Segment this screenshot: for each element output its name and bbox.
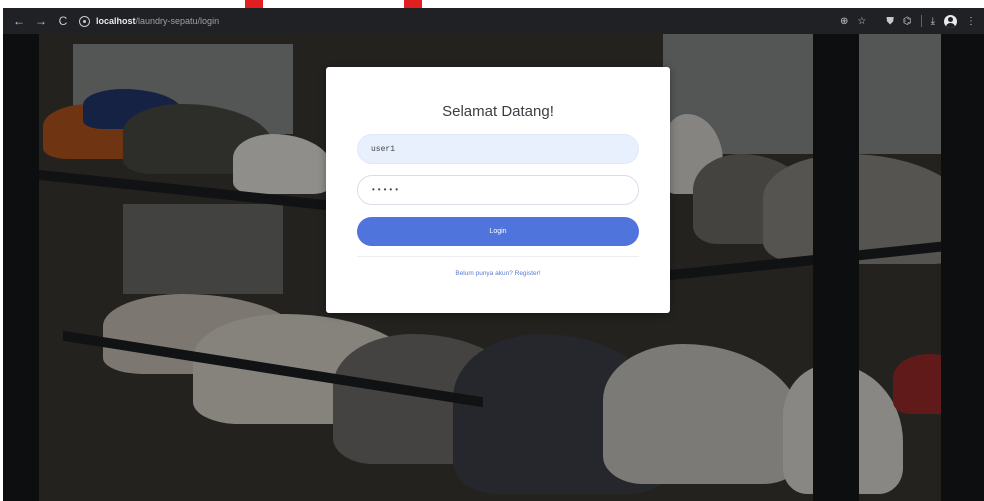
toolbar-actions: ⊕ ☆ ⛊ ⌬ ⤓ ⋮ xyxy=(840,14,976,28)
red-mark-right xyxy=(404,0,422,8)
login-card: Selamat Datang! user1 ••••• Login Belum … xyxy=(326,67,670,313)
key-icon[interactable]: ⊕ xyxy=(840,16,848,27)
address-bar[interactable]: localhost/laundry-sepatu/login xyxy=(79,12,840,30)
url-path: /laundry-sepatu/login xyxy=(135,16,220,26)
star-icon[interactable]: ☆ xyxy=(857,16,866,27)
username-field[interactable]: user1 xyxy=(357,134,639,164)
back-icon[interactable]: ← xyxy=(9,11,29,31)
shield-icon[interactable]: ⛊ xyxy=(886,16,894,27)
reload-icon[interactable]: C xyxy=(53,11,73,31)
divider xyxy=(357,256,639,257)
site-info-icon[interactable] xyxy=(79,15,90,27)
profile-avatar-icon[interactable] xyxy=(944,14,957,28)
red-mark-left xyxy=(245,0,263,8)
download-icon[interactable]: ⤓ xyxy=(931,16,935,27)
url-host: localhost xyxy=(96,16,136,26)
extensions-icon[interactable]: ⌬ xyxy=(903,16,912,27)
browser-toolbar: ← → C localhost/laundry-sepatu/login ⊕ ☆… xyxy=(3,8,984,34)
page: ← → C localhost/laundry-sepatu/login ⊕ ☆… xyxy=(0,0,984,501)
menu-icon[interactable]: ⋮ xyxy=(966,16,976,27)
toolbar-separator xyxy=(875,15,877,27)
page-title: Selamat Datang! xyxy=(442,103,554,120)
forward-icon[interactable]: → xyxy=(31,11,51,31)
register-link[interactable]: Belum punya akun? Register! xyxy=(326,270,670,277)
toolbar-divider xyxy=(920,15,922,27)
login-button[interactable]: Login xyxy=(357,217,639,246)
password-field[interactable]: ••••• xyxy=(357,175,639,205)
